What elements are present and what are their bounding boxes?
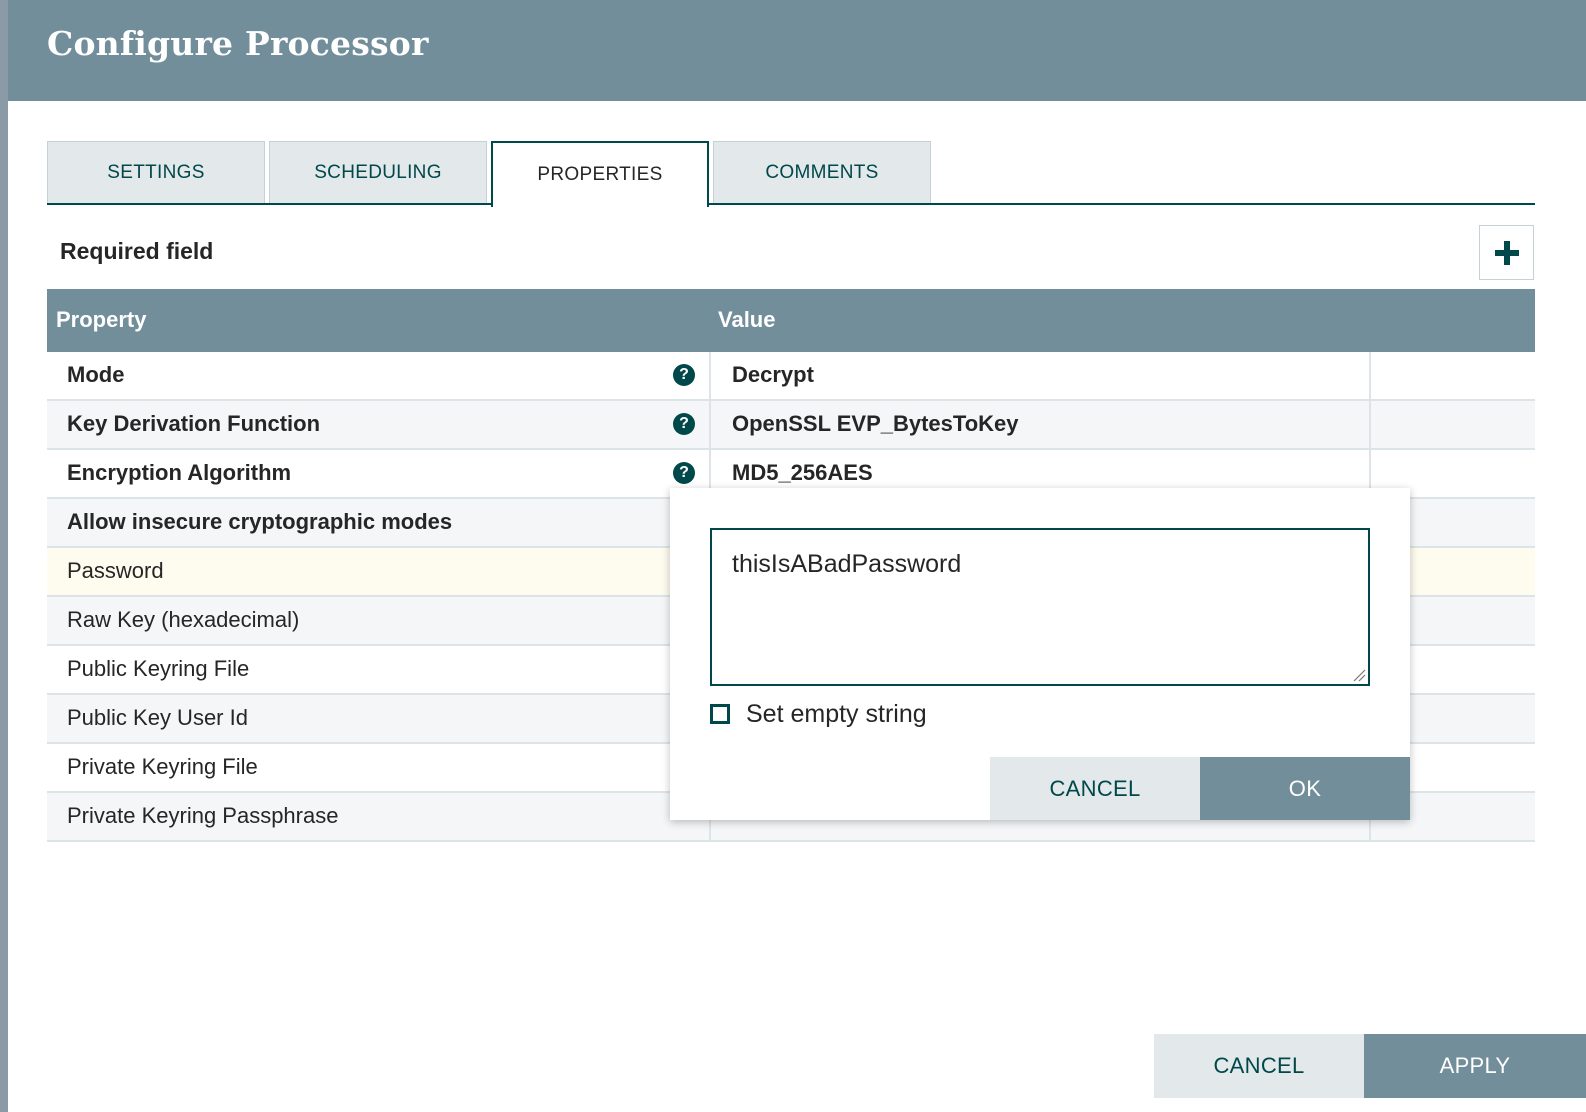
property-name: Private Keyring File (67, 754, 258, 779)
property-name: Key Derivation Function (67, 411, 321, 436)
tab-properties[interactable]: PROPERTIES (491, 141, 709, 207)
question-circle-icon[interactable]: ? (673, 364, 695, 386)
tab-comments[interactable]: COMMENTS (713, 141, 931, 204)
cancel-button[interactable]: CANCEL (1154, 1034, 1364, 1098)
column-divider (709, 401, 711, 448)
table-row[interactable]: Mode ? Decrypt (47, 352, 1535, 401)
editor-ok-button[interactable]: OK (1200, 757, 1410, 820)
property-name: Public Keyring File (67, 656, 250, 681)
tab-scheduling[interactable]: SCHEDULING (269, 141, 487, 204)
configure-processor-dialog: Configure Processor SETTINGS SCHEDULING … (8, 0, 1586, 1112)
value-editor-frame (710, 528, 1370, 686)
tab-settings[interactable]: SETTINGS (47, 141, 265, 204)
property-name: Allow insecure cryptographic modes (67, 509, 453, 534)
property-name: Mode (67, 362, 125, 387)
property-name: Password (67, 558, 164, 583)
property-value[interactable]: OpenSSL EVP_BytesToKey (732, 411, 1019, 437)
apply-button[interactable]: APPLY (1364, 1034, 1586, 1098)
property-name: Encryption Algorithm (67, 460, 292, 485)
column-header-value: Value (718, 307, 776, 332)
question-circle-icon[interactable]: ? (673, 462, 695, 484)
column-divider (709, 352, 711, 399)
question-circle-icon[interactable]: ? (673, 413, 695, 435)
value-input[interactable] (712, 530, 1368, 684)
property-name: Raw Key (hexadecimal) (67, 607, 300, 632)
table-row[interactable]: Key Derivation Function ? OpenSSL EVP_By… (47, 401, 1535, 450)
dialog-header: Configure Processor (8, 0, 1586, 101)
table-header: Property Value (47, 289, 1535, 352)
property-value-editor: Set empty string CANCEL OK (670, 488, 1410, 820)
add-property-button[interactable] (1479, 225, 1534, 280)
property-value[interactable]: Decrypt (732, 362, 814, 388)
column-header-property: Property (56, 307, 147, 332)
property-value[interactable]: MD5_256AES (732, 460, 873, 486)
empty-string-label: Set empty string (746, 699, 927, 728)
empty-string-option[interactable]: Set empty string (710, 698, 927, 730)
column-divider (1369, 352, 1371, 399)
editor-cancel-button[interactable]: CANCEL (990, 757, 1200, 820)
property-name: Public Key User Id (67, 705, 248, 730)
plus-icon (1494, 240, 1519, 265)
column-divider (1369, 401, 1371, 448)
dialog-title: Configure Processor (47, 24, 429, 63)
resize-grip-icon[interactable] (1352, 668, 1366, 682)
required-field-label: Required field (60, 238, 214, 264)
tabs-underline (47, 203, 1535, 205)
empty-string-checkbox[interactable] (710, 704, 730, 724)
property-name: Private Keyring Passphrase (67, 803, 339, 828)
